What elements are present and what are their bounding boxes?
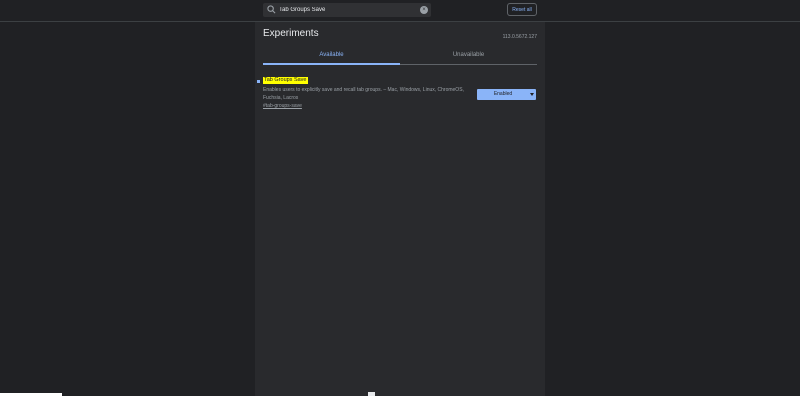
experiment-permalink[interactable]: #tab-groups-save	[263, 103, 302, 109]
active-tab-indicator	[263, 63, 400, 65]
search-icon	[267, 5, 276, 14]
tab-unavailable[interactable]: Unavailable	[400, 48, 537, 64]
experiment-description: Enables users to explicitly save and rec…	[263, 87, 464, 101]
flags-page: × Reset all Experiments 113.0.5672.127 A…	[0, 0, 800, 396]
bottom-mark	[368, 392, 375, 396]
tab-unavailable-label: Unavailable	[452, 52, 485, 58]
page-title: Experiments	[263, 28, 319, 39]
header-bar: × Reset all	[0, 0, 800, 22]
experiment-item: Tab Groups Save Enables users to explici…	[257, 77, 541, 117]
bullet-icon	[257, 80, 260, 83]
chevron-down-icon	[530, 93, 534, 96]
search-input[interactable]	[279, 3, 419, 17]
version-label: 113.0.5672.127	[502, 34, 537, 40]
tab-available-label: Available	[319, 52, 344, 58]
clear-search-icon[interactable]: ×	[420, 6, 428, 14]
tab-available[interactable]: Available	[263, 48, 400, 65]
search-box[interactable]: ×	[263, 3, 431, 17]
experiments-panel: Experiments 113.0.5672.127 Available Una…	[255, 22, 545, 396]
reset-all-button[interactable]: Reset all	[507, 3, 537, 16]
experiment-state-select[interactable]: Enabled	[477, 89, 536, 100]
select-value: Enabled	[493, 91, 513, 97]
experiment-name: Tab Groups Save	[263, 77, 308, 84]
tab-bar: Available Unavailable	[263, 48, 537, 65]
